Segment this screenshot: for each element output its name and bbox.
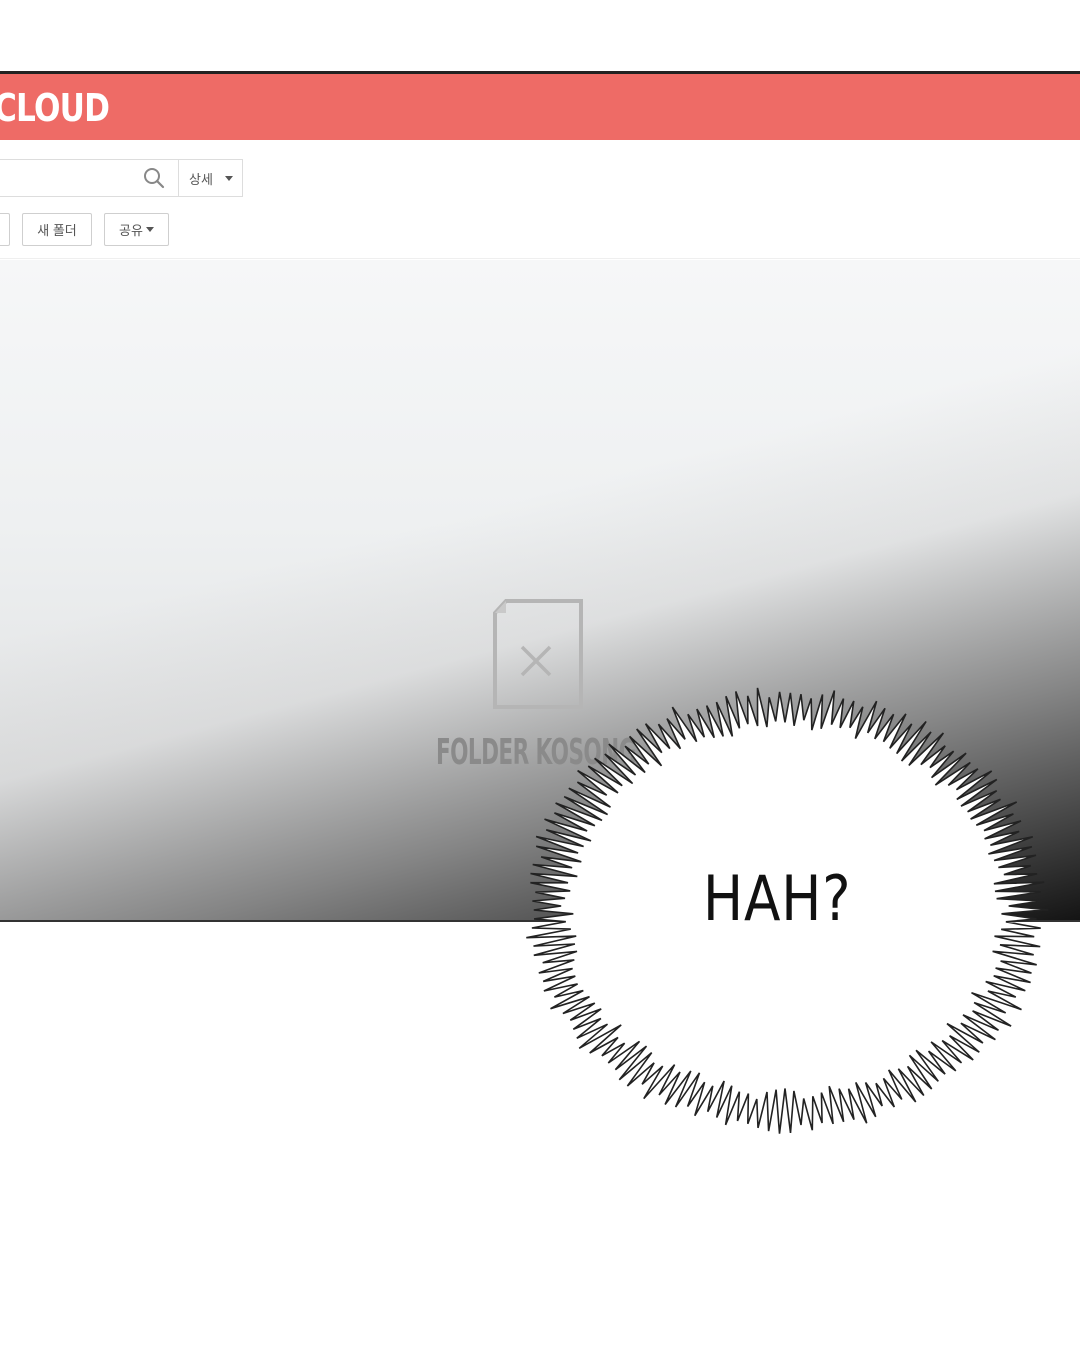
title-bar: CLOUD xyxy=(0,74,1080,140)
toolbar-divider xyxy=(0,258,1080,259)
new-folder-button[interactable]: 새 폴더 xyxy=(22,213,92,246)
share-button[interactable]: 공유 xyxy=(104,213,169,246)
chevron-down-icon xyxy=(145,227,154,232)
search-bar[interactable]: 상세 xyxy=(0,159,243,197)
share-label: 공유 xyxy=(119,223,143,238)
chevron-down-icon xyxy=(224,175,233,181)
app-title: CLOUD xyxy=(0,86,110,130)
speech-bubble-text: HAH? xyxy=(703,862,852,935)
search-icon[interactable] xyxy=(141,165,167,191)
toolbar-button-partial[interactable]: l xyxy=(0,213,10,246)
new-folder-label: 새 폴더 xyxy=(37,223,77,238)
detail-label: 상세 xyxy=(189,171,213,187)
detail-search-dropdown[interactable]: 상세 xyxy=(179,160,242,196)
